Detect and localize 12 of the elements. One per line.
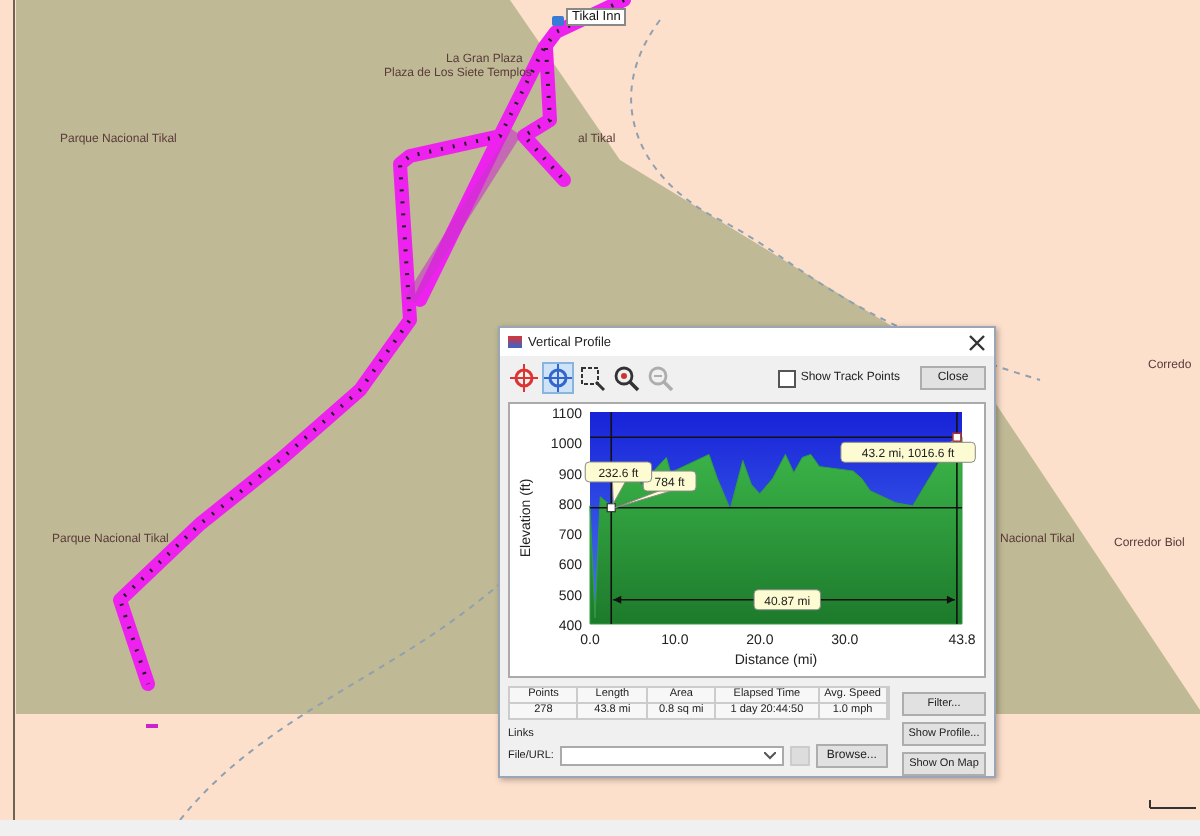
dropdown-icon[interactable] [763,752,776,760]
close-icon[interactable] [966,332,986,352]
zoom-in-icon[interactable] [610,362,642,394]
crosshair-icon[interactable] [508,362,540,394]
crosshair-icon[interactable] [542,362,574,394]
file-url-field[interactable] [559,746,784,766]
scale-bar [1149,799,1197,809]
app-icon [508,336,522,348]
zoom-box-icon[interactable] [576,362,608,394]
point-marker[interactable] [606,503,616,513]
poi-marker-icon [552,16,564,26]
point-marker[interactable] [952,432,962,443]
